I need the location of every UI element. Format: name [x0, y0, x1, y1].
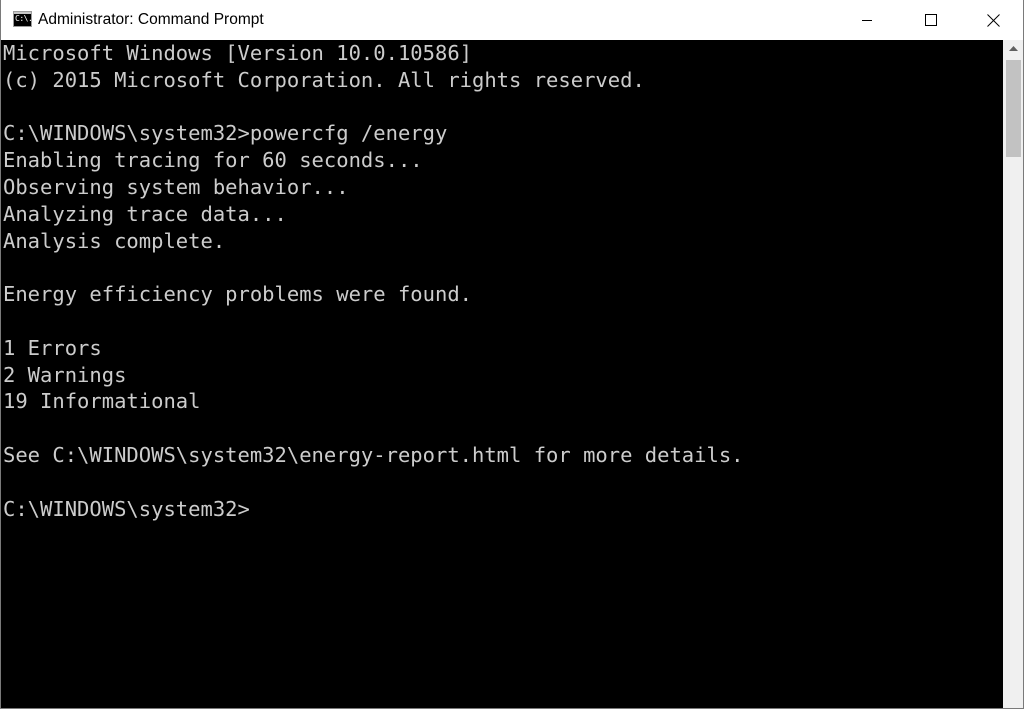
console-line: Analysis complete. [3, 228, 226, 253]
console-line: Energy efficiency problems were found. [3, 282, 472, 307]
console-line: 19 Informational [3, 389, 201, 414]
console-line: C:\WINDOWS\system32> [3, 496, 250, 521]
app-icon-text: C:\. [15, 14, 32, 23]
console-line: C:\WINDOWS\system32>powercfg /energy [3, 121, 448, 146]
console-line: Observing system behavior... [3, 175, 349, 199]
console-line: Analyzing trace data... [3, 201, 287, 226]
console-output[interactable]: Microsoft Windows [Version 10.0.10586] (c… [1, 40, 1003, 708]
minimize-button[interactable] [835, 0, 898, 40]
command-prompt-icon[interactable]: C:\. [13, 11, 32, 27]
console-line: 2 Warnings [3, 362, 127, 387]
scroll-up-arrow[interactable] [1003, 40, 1023, 57]
console-line: Enabling tracing for 60 seconds... [3, 148, 423, 173]
console-line: Microsoft Windows [Version 10.0.10586] [3, 41, 472, 65]
scrollbar-thumb[interactable] [1006, 60, 1021, 157]
maximize-icon [924, 14, 937, 26]
close-button[interactable] [962, 0, 1023, 40]
window-title: Administrator: Command Prompt [38, 11, 264, 28]
vertical-scrollbar[interactable] [1003, 40, 1023, 708]
console-line: See C:\WINDOWS\system32\energy-report.ht… [3, 443, 744, 467]
console-line: (c) 2015 Microsoft Corporation. All righ… [3, 67, 645, 92]
maximize-button[interactable] [899, 0, 962, 40]
title-bar[interactable]: C:\. Administrator: Command Prompt [1, 0, 1023, 40]
command-prompt-window: C:\. Administrator: Command Prompt Micro… [0, 0, 1024, 709]
minimize-icon [861, 20, 872, 21]
close-icon [987, 13, 1000, 27]
console-line: 1 Errors [3, 335, 102, 360]
chevron-up-icon [1008, 45, 1018, 51]
